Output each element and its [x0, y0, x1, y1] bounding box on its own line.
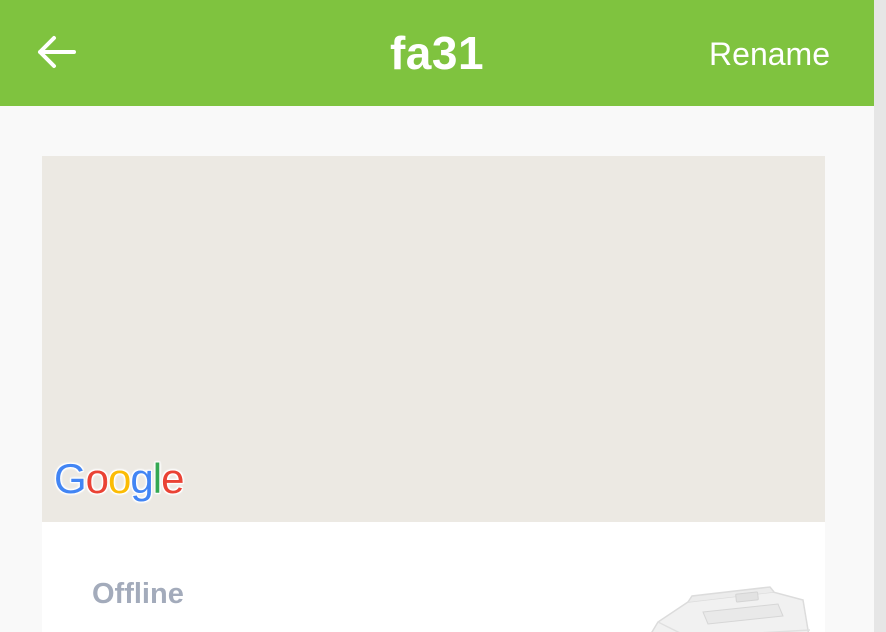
google-logo-letter: G: [54, 455, 87, 502]
google-logo-letter: o: [85, 455, 109, 502]
google-logo-letter: e: [161, 455, 184, 502]
device-status: Offline: [92, 578, 184, 610]
google-logo-letter: o: [108, 455, 131, 502]
device-detail-screen: fa31 Rename G o o g l e Offline: [0, 0, 874, 632]
google-logo-letter: g: [130, 455, 153, 502]
arrow-left-icon: [38, 36, 76, 68]
device-battery-image: [651, 586, 811, 632]
scrollbar[interactable]: [874, 0, 886, 632]
google-logo: G o o g l e: [54, 454, 184, 504]
app-header: fa31 Rename: [0, 0, 874, 106]
back-button[interactable]: [30, 28, 82, 76]
map-view[interactable]: G o o g l e: [42, 156, 825, 522]
device-info-card: Offline: [42, 522, 825, 632]
rename-button[interactable]: Rename: [709, 34, 830, 74]
google-logo-letter: l: [152, 455, 162, 502]
